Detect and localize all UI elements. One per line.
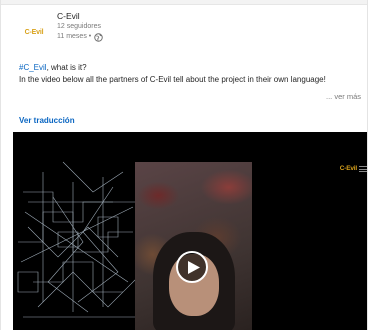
video-player[interactable]: C-Evil — [13, 132, 367, 330]
video-line-art — [17, 161, 143, 318]
follower-count: 12 seguidores — [57, 23, 101, 31]
post-time: 11 meses • — [57, 32, 92, 40]
play-button[interactable] — [176, 251, 208, 283]
post-body: In the video below all the partners of C… — [19, 74, 326, 84]
post-card: C-Evil C-Evil 12 seguidores 11 meses • #… — [0, 0, 368, 330]
video-frame-person — [135, 162, 252, 330]
translate-link[interactable]: Ver traducción — [19, 116, 75, 125]
video-watermark: C-Evil — [339, 165, 367, 172]
post-text: #C_Evil, what is it? In the video below … — [19, 62, 364, 85]
company-name[interactable]: C-Evil — [57, 11, 103, 21]
post-meta: C-Evil 12 seguidores 11 meses • — [57, 11, 103, 42]
post-header: C-Evil C-Evil 12 seguidores 11 meses • — [19, 11, 103, 55]
post-title-rest: , what is it? — [46, 63, 87, 72]
hashtag-link[interactable]: #C_Evil — [19, 63, 47, 72]
company-logo[interactable]: C-Evil — [19, 17, 49, 47]
watermark-label: C-Evil — [339, 165, 357, 172]
top-strip — [1, 0, 367, 5]
post-title: #C_Evil, what is it? — [19, 62, 364, 74]
play-icon — [187, 260, 200, 274]
post-time-row: 11 meses • — [57, 32, 103, 42]
see-more-link[interactable]: ... ver más — [326, 92, 361, 101]
watermark-bars-icon — [359, 165, 367, 172]
globe-icon — [94, 32, 103, 42]
